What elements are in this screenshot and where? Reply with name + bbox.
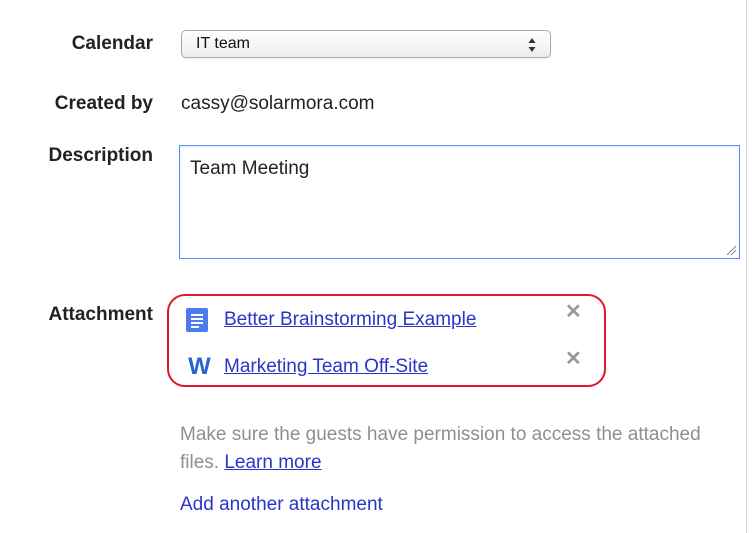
remove-attachment-icon[interactable]: ✕ — [565, 349, 582, 369]
select-arrows-icon — [528, 38, 536, 52]
attachment-link-brainstorming[interactable]: Better Brainstorming Example — [224, 309, 476, 331]
calendar-select[interactable]: IT team — [181, 30, 551, 58]
permission-hint: Make sure the guests have permission to … — [180, 421, 740, 477]
attachment-label: Attachment — [48, 304, 153, 325]
google-doc-icon — [186, 308, 208, 332]
resize-grip-icon[interactable] — [726, 245, 736, 255]
attachment-item: Better Brainstorming Example — [186, 306, 476, 334]
attachment-item: W Marketing Team Off-Site — [186, 353, 428, 381]
description-textarea[interactable]: Team Meeting — [179, 145, 740, 259]
remove-attachment-icon[interactable]: ✕ — [565, 302, 582, 322]
panel-right-border — [746, 0, 747, 533]
description-text: Team Meeting — [190, 158, 310, 179]
calendar-label: Calendar — [71, 33, 153, 54]
word-doc-icon: W — [188, 353, 211, 380]
created-by-label: Created by — [54, 93, 153, 114]
calendar-selected-value: IT team — [196, 35, 250, 52]
attachment-link-marketing[interactable]: Marketing Team Off-Site — [224, 356, 428, 378]
description-label: Description — [48, 145, 153, 166]
learn-more-link[interactable]: Learn more — [224, 452, 321, 473]
add-attachment-link[interactable]: Add another attachment — [180, 494, 383, 516]
created-by-value: cassy@solarmora.com — [181, 93, 375, 114]
